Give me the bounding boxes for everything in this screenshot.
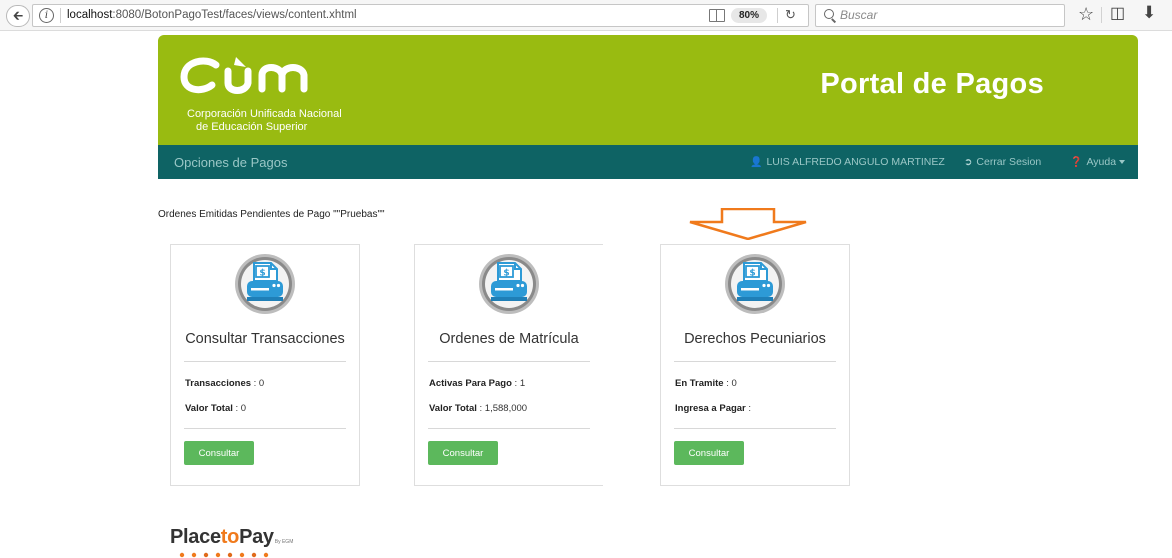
consultar-transacciones-button[interactable]: Consultar — [184, 441, 254, 465]
logo-text-to: to — [220, 526, 240, 548]
nav-user-label: LUIS ALFREDO ANGULO MARTINEZ — [766, 156, 945, 168]
stat-label: En Tramite — [675, 378, 724, 389]
nav-brand-link[interactable]: Opciones de Pagos — [174, 155, 287, 170]
logo-text-pay: Pay — [239, 526, 274, 548]
stat-label: Valor Total — [429, 403, 477, 414]
svg-text:$: $ — [259, 269, 265, 279]
bookmark-star-icon[interactable]: ☆ — [1078, 3, 1094, 25]
cun-logo — [180, 57, 308, 94]
logout-label: Cerrar Sesion — [976, 156, 1042, 168]
download-icon[interactable]: ⬇ — [1142, 2, 1156, 24]
sign-out-icon: ➲ — [964, 157, 973, 168]
stat-label: Valor Total — [185, 403, 233, 414]
logo-subtitle-line1: Corporación Unificada Nacional — [187, 108, 342, 120]
browser-toolbar: 🡰 i localhost:8080/BotonPagoTest/faces/v… — [0, 0, 1172, 31]
stat-value: : 0 — [251, 378, 265, 389]
logo-dots — [179, 552, 269, 558]
stat-value: : 1,588,000 — [476, 403, 528, 414]
caret-down-icon — [1119, 160, 1126, 165]
toolbar-separator — [1101, 7, 1102, 23]
consultar-ordenes-button[interactable]: Consultar — [428, 441, 498, 465]
placetopay-logo: PlacetoPayBy EGM — [170, 526, 293, 549]
card-stat: Activas Para Pago : 1 — [429, 378, 525, 389]
stat-label: Transacciones — [185, 378, 252, 389]
search-input[interactable]: Buscar — [815, 4, 1065, 27]
card-ordenes-matricula: $ Ordenes de Matrícula Activas Para Pago… — [414, 244, 603, 486]
payment-printer-icon: $ — [725, 254, 785, 314]
reader-view-icon[interactable] — [709, 9, 725, 22]
orders-heading: Ordenes Emitidas Pendientes de Pago ""Pr… — [158, 209, 385, 220]
url-separator — [60, 8, 61, 23]
user-icon: 👤 — [750, 157, 763, 168]
url-text[interactable]: localhost:8080/BotonPagoTest/faces/views… — [67, 8, 357, 23]
divider — [674, 428, 836, 429]
card-stat: Transacciones : 0 — [185, 378, 264, 389]
url-separator — [777, 8, 778, 23]
divider — [184, 428, 346, 429]
divider — [428, 361, 590, 362]
card-stat: En Tramite : 0 — [675, 378, 737, 389]
nav-user-link[interactable]: 👤 LUIS ALFREDO ANGULO MARTINEZ — [750, 156, 945, 168]
stat-value: : — [745, 403, 752, 414]
stat-value: : 1 — [511, 378, 526, 389]
payment-printer-icon: $ — [235, 254, 295, 314]
help-label: Ayuda — [1086, 156, 1117, 168]
card-consultar-transacciones: $ Consultar Transacciones Transacciones … — [170, 244, 360, 486]
question-circle-icon: ❓ — [1070, 157, 1083, 168]
search-icon — [824, 9, 834, 19]
help-dropdown[interactable]: ❓ Ayuda — [1070, 156, 1126, 168]
page-title: Portal de Pagos — [820, 68, 1044, 100]
stat-label: Activas Para Pago — [429, 378, 512, 389]
logout-link[interactable]: ➲ Cerrar Sesion — [964, 156, 1041, 168]
divider — [674, 361, 836, 362]
library-icon[interactable]: ◫ — [1110, 3, 1125, 25]
portal-header: Corporación Unificada Nacional de Educac… — [158, 35, 1138, 145]
svg-text:$: $ — [503, 269, 509, 279]
card-title: Ordenes de Matrícula — [439, 331, 579, 347]
divider — [428, 428, 590, 429]
reload-icon[interactable]: ↻ — [785, 6, 796, 24]
stat-value: : 0 — [232, 403, 247, 414]
card-stat: Valor Total : 0 — [185, 403, 246, 414]
zoom-level-badge[interactable]: 80% — [731, 8, 767, 23]
address-bar[interactable]: i localhost:8080/BotonPagoTest/faces/vie… — [32, 4, 809, 27]
back-arrow-icon[interactable]: 🡰 — [6, 5, 30, 27]
stat-value: : 0 — [723, 378, 737, 389]
divider — [184, 361, 346, 362]
main-navbar: Opciones de Pagos 👤 LUIS ALFREDO ANGULO M… — [158, 145, 1138, 179]
svg-text:$: $ — [749, 269, 755, 279]
info-icon[interactable]: i — [39, 8, 54, 23]
down-arrow-icon — [689, 208, 807, 240]
card-stat: Ingresa a Pagar : — [675, 403, 751, 414]
stat-label: Ingresa a Pagar — [675, 403, 746, 414]
url-host: localhost — [67, 9, 113, 21]
card-stat: Valor Total : 1,588,000 — [429, 403, 527, 414]
logo-subtitle-line2: de Educación Superior — [196, 121, 308, 133]
consultar-derechos-button[interactable]: Consultar — [674, 441, 744, 465]
card-title: Consultar Transacciones — [185, 331, 345, 347]
card-title: Derechos Pecuniarios — [684, 331, 826, 347]
url-path: :8080/BotonPagoTest/faces/views/content.… — [112, 9, 357, 21]
search-placeholder: Buscar — [840, 8, 878, 22]
logo-text-small: By EGM — [274, 539, 294, 545]
logo-text-place: Place — [170, 526, 221, 548]
payment-printer-icon: $ — [479, 254, 539, 314]
card-derechos-pecuniarios: $ Derechos Pecuniarios En Tramite : 0 In… — [660, 244, 850, 486]
